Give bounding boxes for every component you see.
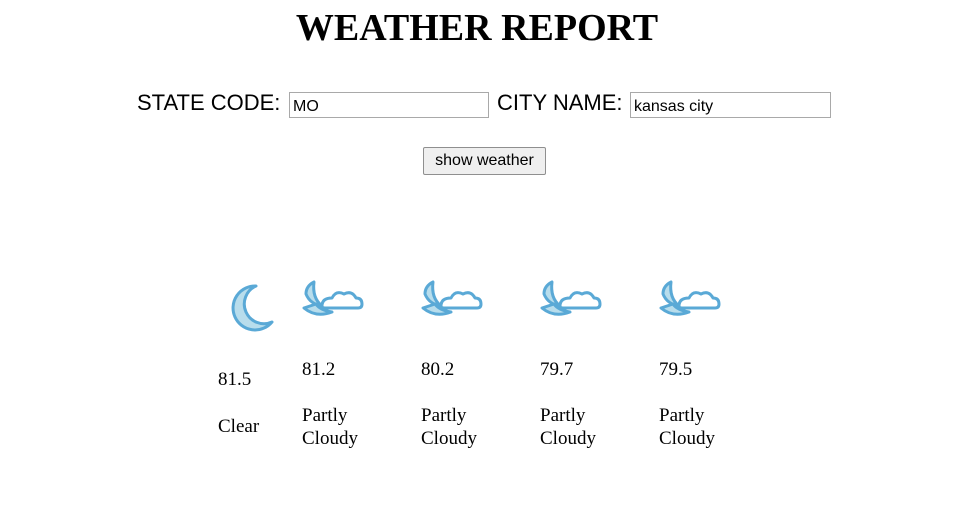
moon-cloud-icon	[302, 276, 364, 325]
forecast-desc: Partly Cloudy	[421, 405, 477, 449]
forecast-desc: Partly Cloudy	[659, 405, 715, 449]
forecast-desc: Clear	[218, 416, 260, 437]
moon-icon	[226, 282, 274, 339]
moon-cloud-icon	[540, 276, 602, 325]
forecast-temp: 80.2	[421, 359, 455, 380]
forecast-temp: 81.5	[218, 369, 252, 390]
moon-cloud-icon	[421, 276, 483, 325]
forecast-temp: 79.5	[659, 359, 693, 380]
forecast-temp: 81.2	[302, 359, 336, 380]
forecast-list: 81.5 Clear 81.2 Partly Cloudy 80.2 Partl…	[0, 0, 954, 524]
forecast-desc: Partly Cloudy	[302, 405, 358, 449]
forecast-temp: 79.7	[540, 359, 574, 380]
forecast-desc: Partly Cloudy	[540, 405, 596, 449]
moon-cloud-icon	[659, 276, 721, 325]
